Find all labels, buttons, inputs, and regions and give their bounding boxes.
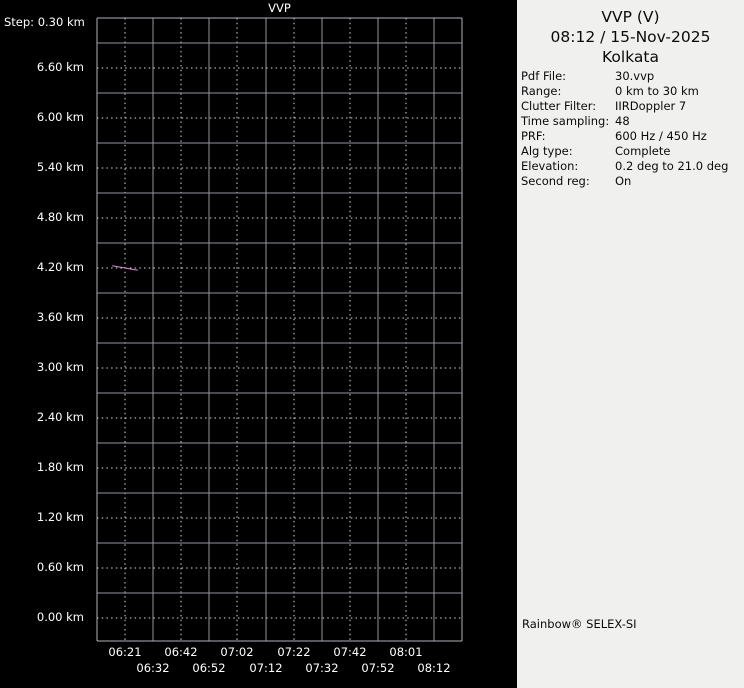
x-tick-label: 06:42 — [164, 645, 198, 659]
x-tick-label: 07:52 — [361, 661, 395, 675]
panel-title: VVP (V) — [601, 8, 660, 26]
y-tick-label: 6.60 km — [36, 60, 84, 74]
param-row: Clutter Filter: IIRDoppler 7 — [521, 99, 742, 114]
parameter-list: Pdf File: 30.vvp Range: 0 km to 30 km Clutte… — [521, 69, 742, 189]
x-tick-label: 06:52 — [192, 661, 226, 675]
param-value: Complete — [615, 144, 671, 158]
param-value: 48 — [615, 114, 630, 128]
param-label: Time sampling: — [521, 114, 610, 128]
x-tick-label: 06:32 — [136, 661, 170, 675]
wind-profile-plot: VVP Step: 0.30 km 6.60 km 6.00 km 5.40 km 4… — [0, 0, 517, 688]
param-label: Alg type: — [521, 144, 573, 158]
x-tick-label: 06:21 — [108, 645, 142, 659]
param-row: Time sampling: 48 — [521, 114, 742, 129]
param-value: 600 Hz / 450 Hz — [615, 129, 707, 143]
param-label: Pdf File: — [521, 69, 567, 83]
param-row: Elevation: 0.2 deg to 21.0 deg — [521, 159, 742, 174]
x-tick-label: 08:01 — [389, 645, 423, 659]
param-row: Range: 0 km to 30 km — [521, 84, 742, 99]
y-tick-label: 1.20 km — [36, 510, 84, 524]
x-tick-label: 07:42 — [333, 645, 367, 659]
param-label: Elevation: — [521, 159, 579, 173]
param-label: Range: — [521, 84, 562, 98]
y-tick-label: 0.60 km — [36, 560, 84, 574]
x-tick-label: 08:12 — [417, 661, 451, 675]
x-tick-label: 07:02 — [220, 645, 254, 659]
param-row: Alg type: Complete — [521, 144, 742, 159]
y-tick-label: 3.00 km — [36, 360, 84, 374]
y-tick-label: 4.80 km — [36, 210, 84, 224]
x-tick-label: 07:32 — [305, 661, 339, 675]
wind-barb-chart — [96, 17, 463, 642]
param-value: IIRDoppler 7 — [615, 99, 687, 113]
y-tick-label: 3.60 km — [36, 310, 84, 324]
panel-station-name: Kolkata — [602, 48, 659, 66]
y-tick-label: 1.80 km — [36, 460, 84, 474]
vvp-window: VVP Step: 0.30 km 6.60 km 6.00 km 5.40 km 4… — [0, 0, 744, 688]
param-row: Second reg: On — [521, 174, 742, 189]
x-tick-label: 07:22 — [277, 645, 311, 659]
panel-datetime: 08:12 / 15-Nov-2025 — [550, 28, 711, 46]
param-value: On — [615, 174, 632, 188]
y-tick-label: 4.20 km — [36, 260, 84, 274]
param-label: Second reg: — [521, 174, 590, 188]
y-tick-label: 6.00 km — [36, 110, 84, 124]
altitude-step-label: Step: 0.30 km — [4, 15, 85, 29]
param-label: PRF: — [521, 129, 546, 143]
param-row: Pdf File: 30.vvp — [521, 69, 742, 84]
info-panel: VVP (V) 08:12 / 15-Nov-2025 Kolkata Pdf … — [517, 0, 744, 688]
y-tick-label: 5.40 km — [36, 160, 84, 174]
chart-title: VVP — [268, 1, 291, 15]
param-label: Clutter Filter: — [521, 99, 597, 113]
param-row: PRF: 600 Hz / 450 Hz — [521, 129, 742, 144]
param-value: 0.2 deg to 21.0 deg — [615, 159, 729, 173]
param-value: 0 km to 30 km — [615, 84, 699, 98]
brand-footer: Rainbow® SELEX-SI — [522, 617, 637, 631]
param-value: 30.vvp — [615, 69, 655, 83]
y-tick-label: 0.00 km — [36, 610, 84, 624]
y-tick-label: 2.40 km — [36, 410, 84, 424]
x-tick-label: 07:12 — [249, 661, 283, 675]
